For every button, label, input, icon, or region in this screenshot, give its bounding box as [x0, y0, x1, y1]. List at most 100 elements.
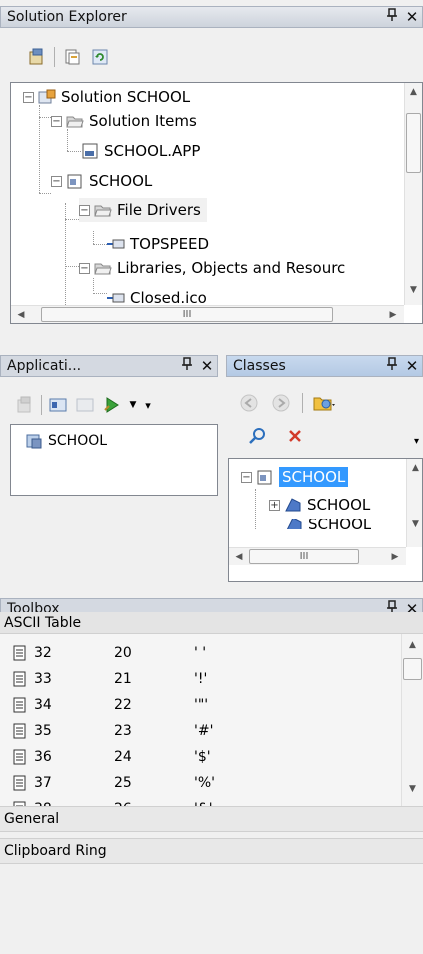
folder-view-button[interactable] [313, 392, 335, 414]
scroll-down-arrow-icon[interactable]: ▼ [402, 784, 423, 800]
folder-open-icon [66, 113, 84, 129]
ascii-char: '%' [194, 775, 215, 791]
expand-icon[interactable]: + [269, 499, 280, 511]
scroll-up-arrow-icon[interactable]: ▲ [405, 87, 422, 103]
scroll-up-arrow-icon[interactable]: ▲ [402, 640, 423, 656]
collapse-icon[interactable]: − [79, 204, 90, 216]
class-icon [284, 497, 302, 513]
classes-titlebar: Classes ✕ [226, 355, 423, 377]
overflow-icon[interactable]: ▾ [143, 394, 153, 416]
toolbox-section-general[interactable]: General [0, 806, 423, 832]
driver-icon [107, 236, 125, 252]
ascii-hex: 23 [114, 723, 132, 739]
ascii-char: '$' [194, 749, 211, 765]
run-button[interactable] [101, 394, 123, 416]
overflow-icon[interactable]: ▾ [414, 436, 419, 447]
class-node-school[interactable]: + SCHOOL [269, 493, 370, 517]
tree-node-solution[interactable]: − Solution SCHOOL [23, 85, 190, 109]
class-node-school-partial[interactable]: SCHOOL [285, 519, 371, 529]
scroll-down-arrow-icon[interactable]: ▼ [407, 519, 422, 535]
class-node-label: SCHOOL [279, 467, 349, 487]
project-icon [66, 173, 84, 189]
ascii-decimal: 34 [34, 697, 52, 713]
app-file-icon [81, 143, 99, 159]
driver-icon [107, 290, 125, 306]
properties-button[interactable] [26, 46, 48, 68]
collapse-icon[interactable]: − [79, 262, 90, 274]
ascii-table-row[interactable]: 37 25 '%' [0, 770, 274, 796]
ascii-hex: 24 [114, 749, 132, 765]
refresh-button[interactable] [89, 46, 111, 68]
tree-node-topspeed[interactable]: TOPSPEED [107, 232, 209, 256]
document-icon [13, 671, 26, 687]
procedure-button[interactable] [47, 394, 69, 416]
scroll-left-arrow-icon[interactable]: ◀ [13, 306, 29, 323]
ascii-table-row[interactable]: 36 24 '$' [0, 744, 274, 770]
dropdown-arrow-icon[interactable]: ▼ [128, 394, 138, 416]
search-icon[interactable] [246, 425, 268, 447]
tree-node-libraries[interactable]: − Libraries, Objects and Resourc [79, 256, 345, 280]
class-node-label: SCHOOL [307, 496, 371, 514]
scroll-left-arrow-icon[interactable]: ◀ [231, 548, 247, 565]
application-titlebar: Applicati... ✕ [0, 355, 218, 377]
properties-button[interactable] [14, 394, 36, 416]
close-icon[interactable]: ✕ [197, 357, 217, 375]
collapse-icon[interactable]: − [51, 115, 62, 127]
tree-node-school-app[interactable]: SCHOOL.APP [81, 139, 200, 163]
toolbox-section-clipboard-ring[interactable]: Clipboard Ring [0, 838, 423, 864]
vertical-scrollbar[interactable]: ▲ ▼ [401, 634, 423, 806]
application-toolbar: ▼ ▾ [8, 390, 153, 420]
ascii-table-row[interactable]: 34 22 '"' [0, 692, 274, 718]
toolbar-separator [54, 47, 55, 67]
application-icon [25, 433, 43, 449]
close-icon[interactable]: ✕ [402, 8, 422, 26]
toolbox-section-ascii-table[interactable]: ASCII Table [0, 612, 423, 634]
scroll-right-arrow-icon[interactable]: ▶ [387, 548, 403, 565]
scroll-thumb[interactable] [403, 658, 422, 680]
clear-search-icon[interactable] [284, 425, 306, 447]
scroll-right-arrow-icon[interactable]: ▶ [385, 306, 401, 323]
scroll-down-arrow-icon[interactable]: ▼ [405, 285, 422, 301]
tree-node-solution-items[interactable]: − Solution Items [51, 109, 197, 133]
collapse-icon[interactable]: − [241, 471, 252, 483]
close-icon[interactable]: ✕ [402, 357, 422, 375]
ascii-hex: 22 [114, 697, 132, 713]
document-icon [13, 775, 26, 791]
pin-icon[interactable] [382, 8, 402, 26]
horizontal-scrollbar[interactable]: ◀ III ▶ [11, 305, 404, 323]
pin-icon[interactable] [382, 357, 402, 375]
scroll-thumb[interactable]: III [249, 549, 359, 564]
tree-node-project-school[interactable]: − SCHOOL [51, 169, 152, 193]
pin-icon[interactable] [177, 357, 197, 375]
project-icon [256, 469, 274, 485]
scroll-up-arrow-icon[interactable]: ▲ [407, 463, 422, 479]
vertical-scrollbar[interactable]: ▲ ▼ [406, 459, 422, 547]
class-node-school-root[interactable]: − SCHOOL [241, 465, 349, 489]
ascii-hex: 20 [114, 645, 132, 661]
ascii-table-row[interactable]: 35 23 '#' [0, 718, 274, 744]
solution-explorer-toolbar [20, 44, 111, 70]
forward-arrow-icon[interactable] [270, 392, 292, 414]
ascii-hex: 25 [114, 775, 132, 791]
toolbar-separator [41, 395, 42, 415]
collapse-icon[interactable]: − [51, 175, 62, 187]
ascii-char: '!' [194, 671, 208, 687]
tree-node-file-drivers[interactable]: − File Drivers [79, 198, 207, 222]
application-item-school[interactable]: SCHOOL [25, 429, 107, 453]
document-icon [13, 645, 26, 661]
ascii-table-row[interactable]: 3826'&' [0, 796, 274, 806]
ascii-decimal: 36 [34, 749, 52, 765]
class-node-label: SCHOOL [308, 519, 372, 529]
vertical-scrollbar[interactable]: ▲ ▼ [404, 83, 422, 305]
section-label: ASCII Table [4, 614, 82, 631]
horizontal-scrollbar[interactable]: ◀ III ▶ [229, 547, 406, 565]
scroll-thumb[interactable] [406, 113, 421, 173]
back-arrow-icon[interactable] [238, 392, 260, 414]
ascii-table-row[interactable]: 33 21 '!' [0, 666, 274, 692]
ascii-table-row[interactable]: 32 20 ' ' [0, 640, 274, 666]
document-icon [13, 697, 26, 713]
show-all-files-button[interactable] [61, 46, 83, 68]
collapse-icon[interactable]: − [23, 91, 34, 103]
module-button[interactable] [74, 394, 96, 416]
scroll-thumb[interactable]: III [41, 307, 333, 322]
